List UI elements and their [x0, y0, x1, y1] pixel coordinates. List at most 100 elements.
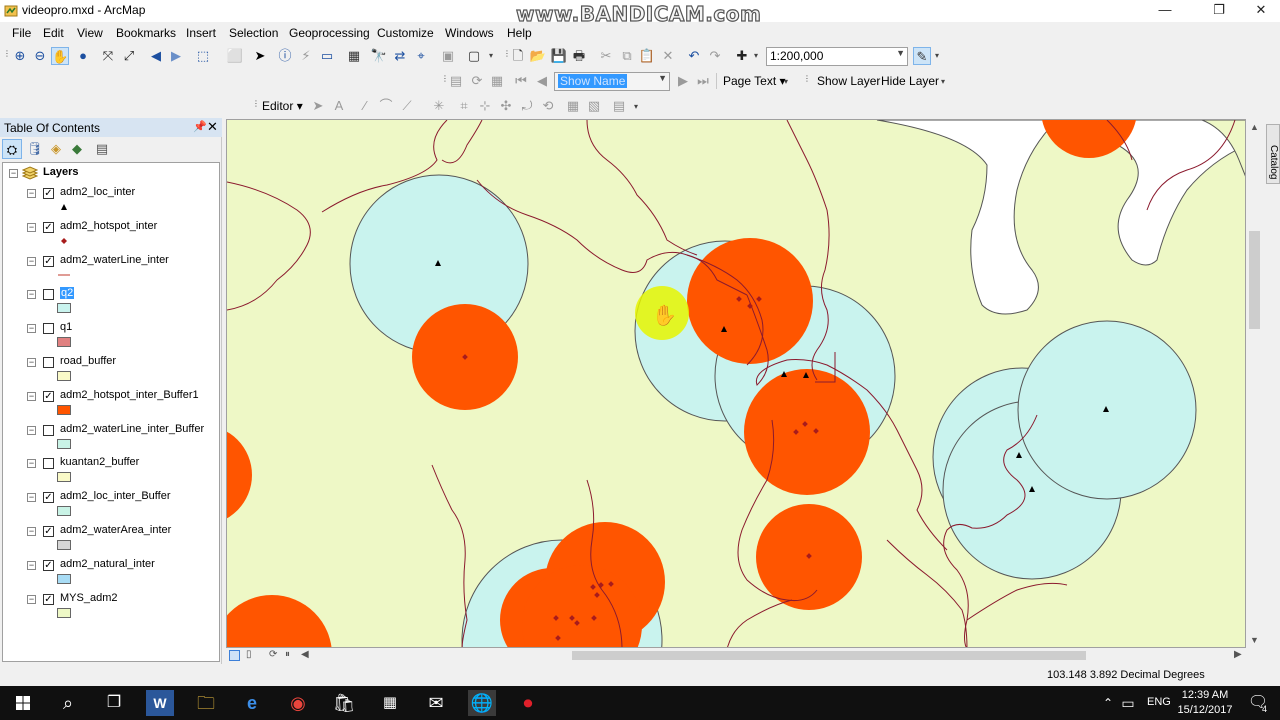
layers-root-row[interactable]: − Layers [3, 165, 219, 181]
bandicam-record-icon[interactable]: ⏺ [514, 690, 542, 716]
layer-visibility-checkbox[interactable]: ✓ [43, 594, 54, 605]
clear-selection-icon[interactable]: ⬜ [226, 47, 244, 65]
go-to-xy-icon[interactable]: ⌖ [412, 47, 430, 65]
data-view-icon[interactable] [229, 650, 240, 661]
collapse-icon[interactable]: − [27, 595, 36, 604]
measure-icon[interactable]: ▦ [345, 47, 363, 65]
catalog-side-tab[interactable]: Catalog [1266, 124, 1280, 184]
pin-icon[interactable]: 📌 [193, 120, 207, 133]
first-page-icon[interactable]: ⏮ [512, 72, 530, 90]
vertical-scroll-thumb[interactable] [1249, 231, 1260, 329]
input-language[interactable]: ENG [1147, 696, 1171, 708]
collapse-icon[interactable]: − [27, 358, 36, 367]
collapse-icon[interactable]: − [27, 527, 36, 536]
scroll-left-icon[interactable]: ◀ [301, 649, 309, 660]
sketch-properties-icon[interactable]: ▦ [564, 97, 582, 115]
select-elements-icon[interactable]: ➤ [251, 47, 269, 65]
open-time-slider-icon[interactable]: ▣ [439, 47, 457, 65]
trace-icon[interactable]: ⟋ [398, 97, 416, 115]
copy-icon[interactable]: ⧉ [618, 47, 636, 65]
layer-name[interactable]: adm2_hotspot_inter [60, 220, 157, 232]
layer-name[interactable]: road_buffer [60, 355, 116, 367]
refresh-pages-icon[interactable]: ⟳ [468, 72, 486, 90]
layer-row[interactable]: − ✓ adm2_loc_inter [3, 185, 219, 210]
layer-visibility-checkbox[interactable] [43, 323, 54, 334]
layer-row[interactable]: − ✓ adm2_natural_inter [3, 557, 219, 584]
select-features-icon[interactable]: ⬚ [194, 47, 212, 65]
toolbar-options-icon[interactable]: ▾ [489, 51, 496, 65]
zoom-in-icon[interactable]: ⊕ [11, 47, 29, 65]
collapse-icon[interactable]: − [27, 257, 36, 266]
chrome-browser-icon[interactable]: ◉ [284, 690, 312, 716]
network-icon[interactable]: ▭ [1114, 690, 1142, 716]
list-by-drawing-order-icon[interactable]: ⛭ [2, 139, 22, 159]
video-editor-icon[interactable]: ▦ [376, 690, 404, 716]
pause-drawing-icon[interactable]: ⏸ [285, 649, 290, 660]
split-tool-icon[interactable]: ✣ [497, 97, 515, 115]
cut-icon[interactable]: ✂ [597, 47, 615, 65]
show-layer-button[interactable]: Show Layer [817, 74, 880, 88]
full-extent-icon[interactable]: ● [74, 47, 92, 65]
scroll-down-icon[interactable]: ▼ [1250, 635, 1259, 645]
layer-name[interactable]: kuantan2_buffer [60, 456, 139, 468]
layer-name[interactable]: adm2_waterLine_inter_Buffer [60, 423, 204, 435]
attributes-icon[interactable]: ⟲ [539, 97, 557, 115]
layer-visibility-checkbox[interactable]: ✓ [43, 391, 54, 402]
print-icon[interactable]: 🖶 [570, 47, 588, 65]
layer-name[interactable]: adm2_hotspot_inter_Buffer1 [60, 389, 199, 401]
save-icon[interactable]: 💾 [550, 47, 568, 65]
layer-name[interactable]: MYS_adm2 [60, 592, 117, 604]
taskbar-clock[interactable]: 12:39 AM 15/12/2017 [1176, 688, 1234, 718]
layer-row[interactable]: − ✓ adm2_hotspot_inter [3, 219, 219, 244]
collapse-icon[interactable]: − [27, 561, 36, 570]
fixed-zoom-in-icon[interactable]: ⤧ [99, 47, 117, 65]
identify-icon[interactable]: ⓘ [276, 47, 294, 65]
edit-tool-icon[interactable]: ➤ [309, 97, 327, 115]
paste-icon[interactable]: 📋 [638, 47, 656, 65]
layer-row[interactable]: − kuantan2_buffer [3, 455, 219, 482]
hyperlink-icon[interactable]: ⚡ [297, 47, 315, 65]
mail-icon[interactable]: ✉ [422, 690, 450, 716]
menu-view[interactable]: View [77, 26, 103, 40]
layer-visibility-checkbox[interactable]: ✓ [43, 256, 54, 267]
editor-menu[interactable]: Editor ▾ [262, 99, 303, 113]
list-by-source-icon[interactable]: 🛢 [25, 139, 45, 159]
menu-insert[interactable]: Insert [186, 26, 216, 40]
list-by-selection-icon[interactable]: ◆ [67, 139, 87, 159]
find-icon[interactable]: 🔭 [370, 47, 388, 65]
windows-start-icon[interactable] [9, 690, 37, 716]
page-name-dropdown[interactable]: Show Name ▼ [554, 72, 670, 91]
last-page-icon[interactable]: ⏭ [694, 72, 712, 90]
menu-windows[interactable]: Windows [445, 26, 494, 40]
layer-name[interactable]: adm2_loc_inter [60, 186, 135, 198]
menu-geoprocessing[interactable]: Geoprocessing [289, 26, 370, 40]
undo-icon[interactable]: ↶ [685, 47, 703, 65]
layer-name[interactable]: q1 [60, 321, 72, 333]
store-icon[interactable]: 🛍 [330, 690, 358, 716]
collapse-icon[interactable]: − [27, 223, 36, 232]
maximize-button[interactable]: ❐ [1196, 0, 1242, 22]
straight-segment-icon[interactable]: ⁄ [356, 97, 374, 115]
layer-row[interactable]: − q1 [3, 320, 219, 347]
layer-row[interactable]: − ✓ adm2_loc_inter_Buffer [3, 489, 219, 516]
layer-visibility-checkbox[interactable]: ✓ [43, 222, 54, 233]
layer-visibility-checkbox[interactable]: ✓ [43, 492, 54, 503]
layer-row[interactable]: − road_buffer [3, 354, 219, 381]
create-features-icon[interactable]: ▧ [585, 97, 603, 115]
search-icon[interactable]: ⌕ [54, 690, 82, 716]
collapse-icon[interactable]: − [27, 290, 36, 299]
word-app-icon[interactable]: W [146, 690, 174, 716]
map-view[interactable]: ✋ [226, 119, 1246, 648]
hide-layer-button[interactable]: Hide Layer [881, 74, 939, 88]
rotate-tool-icon[interactable]: ⤾ [518, 97, 536, 115]
collapse-icon[interactable]: − [27, 459, 36, 468]
layer-visibility-checkbox[interactable]: ✓ [43, 526, 54, 537]
layer-name[interactable]: adm2_waterLine_inter [60, 254, 169, 266]
toolbar-options-icon[interactable]: ▾ [935, 51, 942, 65]
new-document-icon[interactable]: 🗋 [509, 47, 527, 65]
add-data-icon[interactable]: ✚ [733, 47, 751, 65]
zoom-out-icon[interactable]: ⊖ [31, 47, 49, 65]
next-page-icon[interactable]: ▶ [674, 72, 692, 90]
toc-options-icon[interactable]: ▤ [92, 139, 112, 159]
collapse-icon[interactable]: − [27, 392, 36, 401]
